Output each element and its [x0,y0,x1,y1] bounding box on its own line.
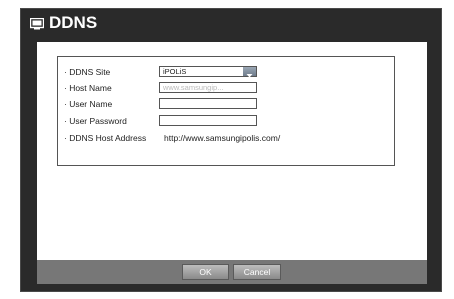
title-bar: DDNS [21,9,441,37]
user-password-row: · User Password [58,115,394,131]
button-bar: OK Cancel [37,260,427,284]
host-name-input[interactable]: www.samsungip... [159,82,257,93]
ddns-site-row: · DDNS Site iPOLiS [58,66,394,82]
monitor-icon [30,18,44,30]
host-name-label: · Host Name [64,83,112,93]
ddns-site-value: iPOLiS [163,67,187,76]
ddns-site-select[interactable]: iPOLiS [159,66,257,78]
ddns-dialog: DDNS · DDNS Site iPOLiS · Host Name www.… [20,8,442,292]
user-password-label: · User Password [64,116,127,126]
cancel-button[interactable]: Cancel [233,264,281,280]
ddns-host-address-row: · DDNS Host Address http://www.samsungip… [58,132,394,148]
settings-panel: · DDNS Site iPOLiS · Host Name www.samsu… [37,42,427,260]
user-name-input[interactable] [159,98,257,109]
ok-button[interactable]: OK [182,264,229,280]
ddns-site-label: · DDNS Site [64,67,111,77]
user-name-label: · User Name [64,99,113,109]
chevron-down-icon [246,74,253,78]
host-name-row: · Host Name www.samsungip... [58,82,394,98]
dialog-title: DDNS [49,13,98,32]
dropdown-button[interactable] [243,67,256,78]
user-password-input[interactable] [159,115,257,126]
ddns-host-address-value: http://www.samsungipolis.com/ [164,133,281,143]
ddns-host-address-label: · DDNS Host Address [64,133,147,143]
ddns-settings-frame: · DDNS Site iPOLiS · Host Name www.samsu… [57,56,395,166]
user-name-row: · User Name [58,98,394,114]
